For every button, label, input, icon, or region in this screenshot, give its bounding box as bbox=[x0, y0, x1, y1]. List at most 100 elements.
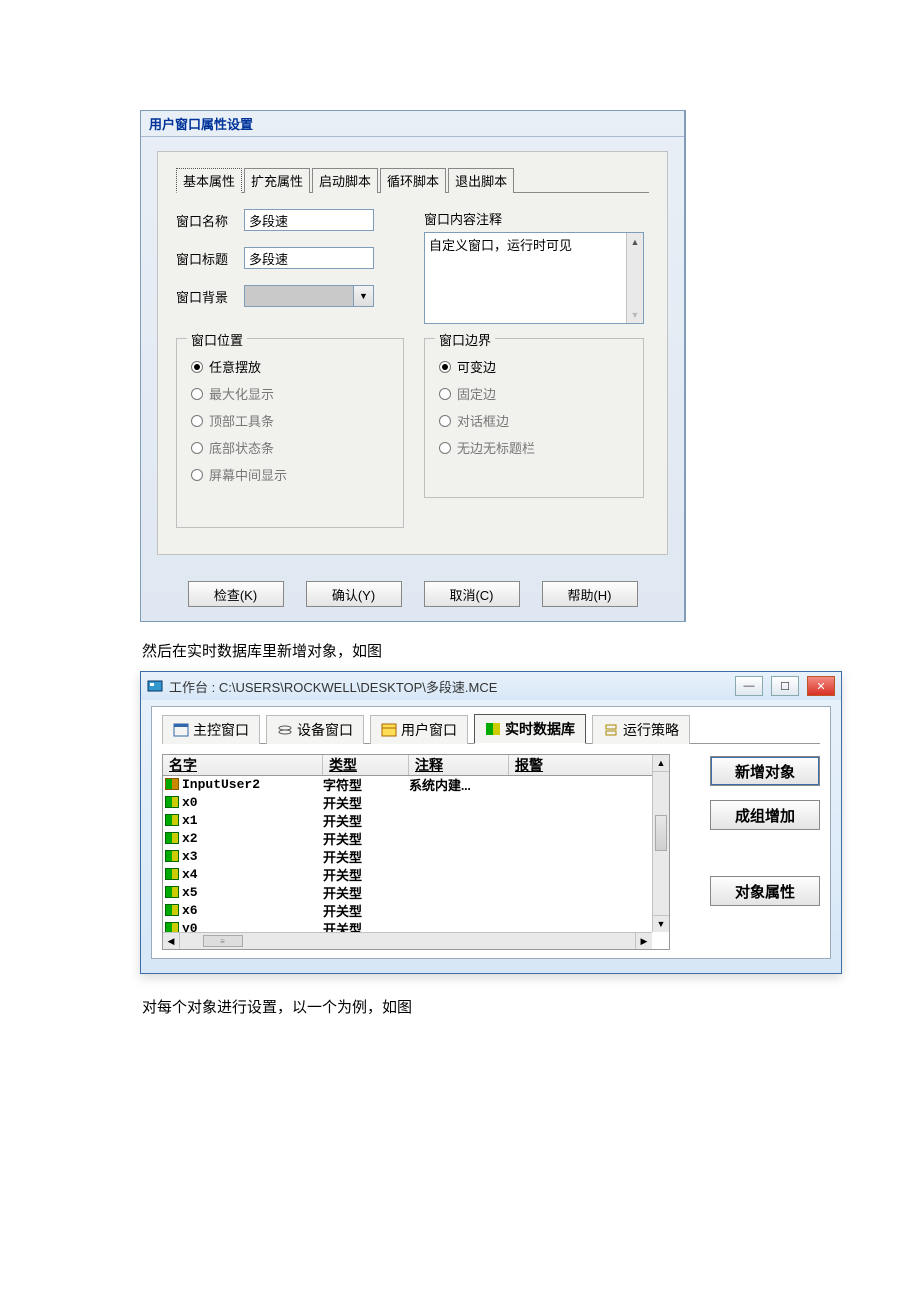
scroll-up-icon[interactable]: ▲ bbox=[653, 755, 669, 772]
tab-rtdb[interactable]: 实时数据库 bbox=[474, 714, 586, 744]
col-type[interactable]: 类型 bbox=[323, 755, 409, 775]
cell-name: x1 bbox=[182, 813, 198, 828]
minimize-button[interactable]: — bbox=[735, 676, 763, 696]
object-grid[interactable]: 名字 类型 注释 报警 InputUser2字符型系统内建...x0开关型 x1 开… bbox=[162, 754, 670, 950]
cell-type: 开关型 bbox=[323, 811, 409, 830]
object-icon bbox=[165, 922, 179, 932]
cell-name: x2 bbox=[182, 831, 198, 846]
cell-name: x5 bbox=[182, 885, 198, 900]
window-body: 主控窗口 设备窗口 用户窗口 实时数据库 运行策略 名字 类型 注释 报警 In… bbox=[151, 706, 831, 959]
cell-type: 开关型 bbox=[323, 847, 409, 866]
new-object-button[interactable]: 新增对象 bbox=[710, 756, 820, 786]
window-title: 工作台 : C:\USERS\ROCKWELL\DESKTOP\多段速.MCE bbox=[169, 677, 727, 696]
table-row[interactable]: x5开关型 bbox=[163, 883, 652, 901]
window-name-input[interactable] bbox=[244, 209, 374, 231]
user-window-props-dialog: 用户窗口属性设置 基本属性 扩充属性 启动脚本 循环脚本 退出脚本 窗口名称 窗… bbox=[140, 110, 686, 622]
radio-icon bbox=[191, 388, 203, 400]
cell-name: InputUser2 bbox=[182, 777, 260, 792]
object-icon bbox=[165, 796, 179, 808]
cancel-button[interactable]: 取消(C) bbox=[424, 581, 520, 607]
radio-pos-bottom[interactable]: 底部状态条 bbox=[191, 438, 389, 457]
scroll-down-icon[interactable]: ▼ bbox=[653, 915, 669, 932]
radio-border-none[interactable]: 无边无标题栏 bbox=[439, 438, 629, 457]
window-memo[interactable]: 自定义窗口，运行时可见 ▲ ▼ bbox=[424, 232, 644, 324]
radio-pos-center[interactable]: 屏幕中间显示 bbox=[191, 465, 389, 484]
legend-position: 窗口位置 bbox=[187, 330, 247, 349]
radio-border-resizable[interactable]: 可变边 bbox=[439, 357, 629, 376]
group-window-position: 窗口位置 任意摆放 最大化显示 顶部工具条 底部状态条 屏幕中间显示 bbox=[176, 338, 404, 528]
cell-name: x4 bbox=[182, 867, 198, 882]
tab-loop-script[interactable]: 循环脚本 bbox=[380, 168, 446, 193]
ok-button[interactable]: 确认(Y) bbox=[306, 581, 402, 607]
col-note[interactable]: 注释 bbox=[409, 755, 509, 775]
object-icon bbox=[165, 868, 179, 880]
rtdb-icon bbox=[485, 721, 501, 737]
radio-border-dialog[interactable]: 对话框边 bbox=[439, 411, 629, 430]
tab-user-window[interactable]: 用户窗口 bbox=[370, 715, 468, 744]
maximize-button[interactable]: ☐ bbox=[771, 676, 799, 696]
caption-1: 然后在实时数据库里新增对象，如图 bbox=[142, 640, 920, 661]
window-title-input[interactable] bbox=[244, 247, 374, 269]
radio-icon bbox=[439, 388, 451, 400]
radio-icon bbox=[191, 361, 203, 373]
table-row[interactable]: x4 开关型 bbox=[163, 865, 652, 883]
titlebar[interactable]: 工作台 : C:\USERS\ROCKWELL\DESKTOP\多段速.MCE … bbox=[141, 672, 841, 700]
cell-type: 开关型 bbox=[323, 919, 409, 933]
grid-body: InputUser2字符型系统内建...x0开关型x1开关型x2开关型x3开关型… bbox=[163, 775, 652, 932]
tab-strip: 基本属性 扩充属性 启动脚本 循环脚本 退出脚本 bbox=[176, 168, 649, 193]
device-window-icon bbox=[277, 722, 293, 738]
tab-device-window[interactable]: 设备窗口 bbox=[266, 715, 364, 744]
cell-type: 开关型 bbox=[323, 865, 409, 884]
memo-scrollbar[interactable]: ▲ ▼ bbox=[626, 233, 643, 323]
label-window-title: 窗口标题 bbox=[176, 249, 244, 268]
table-row[interactable]: x1 开关型 bbox=[163, 811, 652, 829]
group-window-border: 窗口边界 可变边 固定边 对话框边 无边无标题栏 bbox=[424, 338, 644, 498]
radio-icon bbox=[439, 415, 451, 427]
vertical-scrollbar[interactable]: ▲ ▼ bbox=[652, 755, 669, 932]
scroll-up-icon[interactable]: ▲ bbox=[627, 233, 643, 250]
grid-header: 名字 类型 注释 报警 bbox=[163, 755, 669, 776]
radio-pos-any[interactable]: 任意摆放 bbox=[191, 357, 389, 376]
tab-exit-script[interactable]: 退出脚本 bbox=[448, 168, 514, 193]
check-button[interactable]: 检查(K) bbox=[188, 581, 284, 607]
workbench-window: 工作台 : C:\USERS\ROCKWELL\DESKTOP\多段速.MCE … bbox=[140, 671, 842, 974]
table-row[interactable]: y0开关型 bbox=[163, 919, 652, 932]
side-button-column: 新增对象 成组增加 对象属性 bbox=[670, 754, 820, 950]
table-row[interactable]: x2开关型 bbox=[163, 829, 652, 847]
scroll-left-icon[interactable]: ◀ bbox=[163, 933, 180, 949]
table-row[interactable]: x0开关型 bbox=[163, 793, 652, 811]
scroll-thumb[interactable] bbox=[655, 815, 667, 851]
tab-basic-props[interactable]: 基本属性 bbox=[176, 168, 242, 193]
table-row[interactable]: InputUser2字符型系统内建... bbox=[163, 775, 652, 793]
radio-pos-top[interactable]: 顶部工具条 bbox=[191, 411, 389, 430]
radio-icon bbox=[439, 442, 451, 454]
close-button[interactable]: ✕ bbox=[807, 676, 835, 696]
table-row[interactable]: x6开关型 bbox=[163, 901, 652, 919]
radio-border-fixed[interactable]: 固定边 bbox=[439, 384, 629, 403]
tab-ext-props[interactable]: 扩充属性 bbox=[244, 168, 310, 193]
table-row[interactable]: x3开关型 bbox=[163, 847, 652, 865]
legend-border: 窗口边界 bbox=[435, 330, 495, 349]
scroll-grip-icon[interactable]: ≡ bbox=[203, 935, 243, 947]
object-icon bbox=[165, 832, 179, 844]
tab-main-window[interactable]: 主控窗口 bbox=[162, 715, 260, 744]
col-name[interactable]: 名字 bbox=[163, 755, 323, 775]
cell-type: 开关型 bbox=[323, 901, 409, 920]
radio-icon bbox=[191, 442, 203, 454]
radio-pos-max[interactable]: 最大化显示 bbox=[191, 384, 389, 403]
help-button[interactable]: 帮助(H) bbox=[542, 581, 638, 607]
group-add-button[interactable]: 成组增加 bbox=[710, 800, 820, 830]
horizontal-scrollbar[interactable]: ◀ ≡ ▶ bbox=[163, 932, 652, 949]
tab-start-script[interactable]: 启动脚本 bbox=[312, 168, 378, 193]
col-alarm[interactable]: 报警 bbox=[509, 755, 669, 775]
chevron-down-icon[interactable] bbox=[354, 285, 374, 307]
radio-icon bbox=[191, 469, 203, 481]
label-memo: 窗口内容注释 bbox=[424, 209, 649, 228]
window-bg-combo[interactable] bbox=[244, 285, 374, 307]
dialog-title: 用户窗口属性设置 bbox=[141, 111, 684, 137]
scroll-right-icon[interactable]: ▶ bbox=[635, 933, 652, 949]
memo-text: 自定义窗口，运行时可见 bbox=[429, 238, 572, 253]
scroll-down-icon[interactable]: ▼ bbox=[627, 306, 643, 323]
tab-strategy[interactable]: 运行策略 bbox=[592, 715, 690, 744]
object-props-button[interactable]: 对象属性 bbox=[710, 876, 820, 906]
